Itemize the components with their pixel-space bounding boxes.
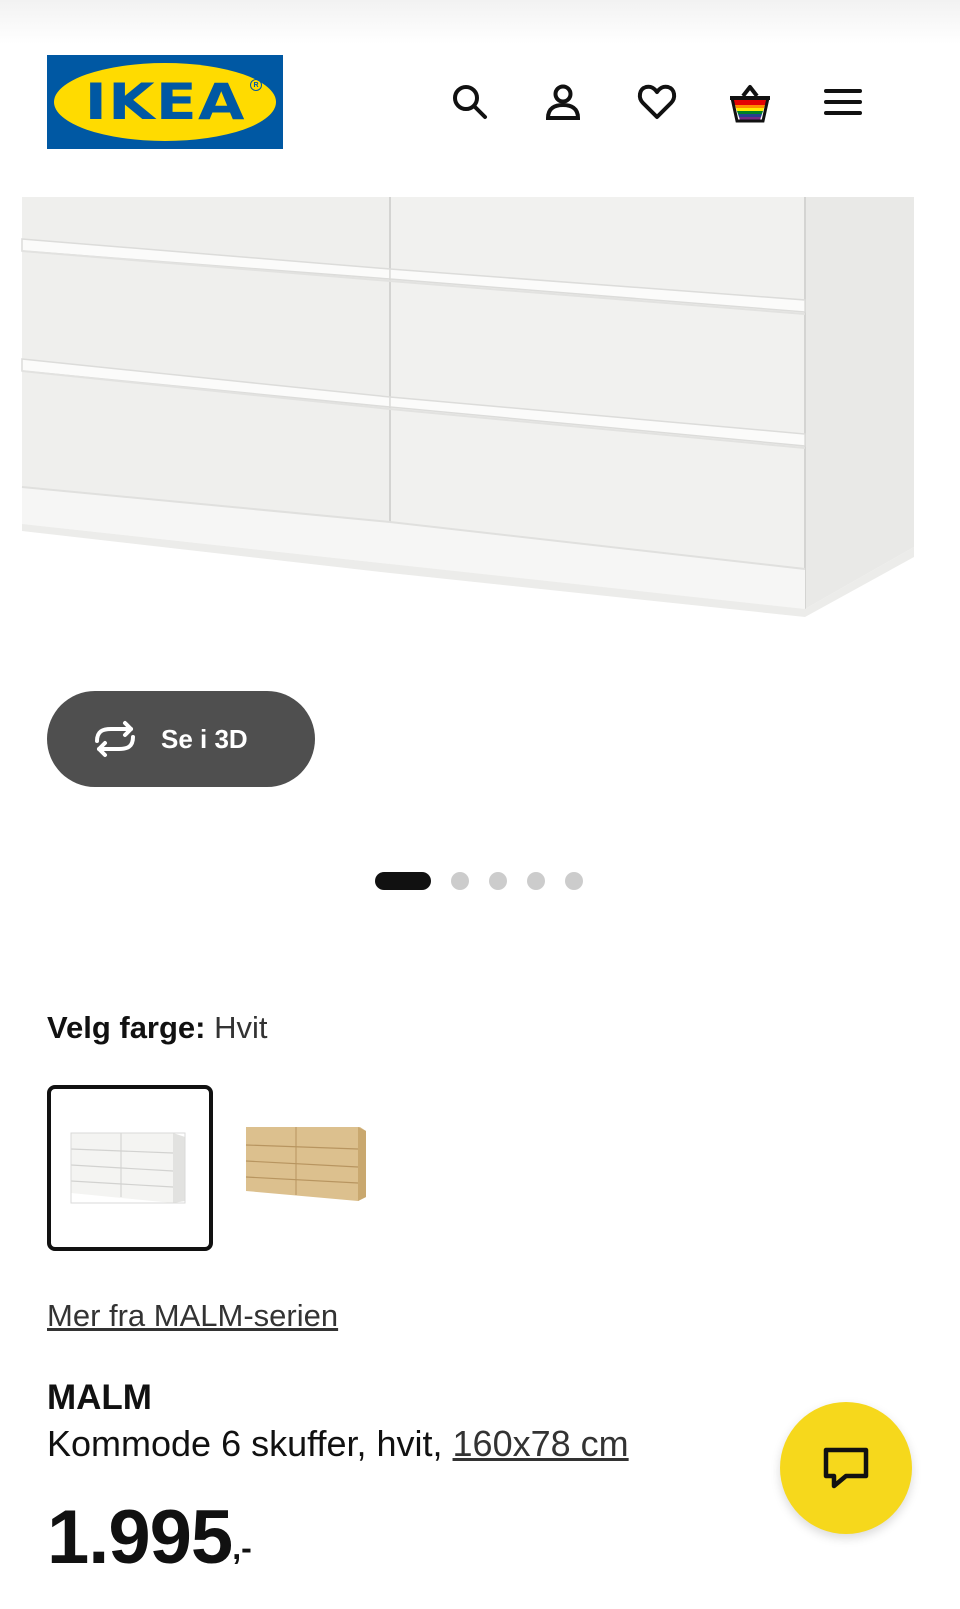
view-3d-button[interactable]: Se i 3D <box>47 691 315 787</box>
basket-icon[interactable] <box>725 77 775 127</box>
white-dresser-thumbnail <box>70 1132 186 1204</box>
price-value: 1.995 <box>47 1495 233 1580</box>
menu-icon[interactable] <box>818 77 868 127</box>
chat-button[interactable] <box>780 1402 912 1534</box>
heart-icon[interactable] <box>632 77 682 127</box>
product-description-text: Kommode 6 skuffer, hvit, <box>47 1423 453 1464</box>
product-dimensions-link[interactable]: 160x78 cm <box>453 1423 629 1464</box>
product-name: MALM <box>47 1378 152 1417</box>
carousel-dot[interactable] <box>451 872 469 890</box>
carousel-dot[interactable] <box>565 872 583 890</box>
chat-icon <box>823 1447 869 1489</box>
product-image[interactable] <box>17 197 939 687</box>
price-suffix: ,- <box>232 1530 252 1566</box>
series-link[interactable]: Mer fra MALM-serien <box>47 1298 338 1334</box>
carousel-dot-active[interactable] <box>375 872 431 890</box>
color-swatch-oak[interactable] <box>228 1085 394 1251</box>
product-description: Kommode 6 skuffer, hvit, 160x78 cm <box>47 1423 629 1465</box>
carousel-pagination <box>375 871 583 891</box>
registered-mark: R <box>250 79 262 91</box>
search-icon[interactable] <box>445 77 495 127</box>
product-price: 1.995 ,- <box>47 1500 252 1576</box>
view-3d-label: Se i 3D <box>161 723 248 754</box>
site-header: IKEA R <box>0 44 960 164</box>
color-swatch-white[interactable] <box>47 1085 213 1251</box>
status-bar-fade <box>0 0 960 44</box>
user-icon[interactable] <box>538 77 588 127</box>
carousel-dot[interactable] <box>527 872 545 890</box>
color-selector-label: Velg farge: Hvit <box>47 1010 268 1046</box>
color-label-prefix: Velg farge: <box>47 1010 206 1045</box>
oak-dresser-thumbnail <box>245 1127 366 1201</box>
selected-color-value: Hvit <box>214 1010 268 1045</box>
logo-text: IKEA <box>84 73 246 131</box>
rotate-3d-icon <box>95 721 135 757</box>
ikea-logo[interactable]: IKEA R <box>47 55 283 149</box>
carousel-dot[interactable] <box>489 872 507 890</box>
logo-ellipse: IKEA R <box>54 63 276 141</box>
